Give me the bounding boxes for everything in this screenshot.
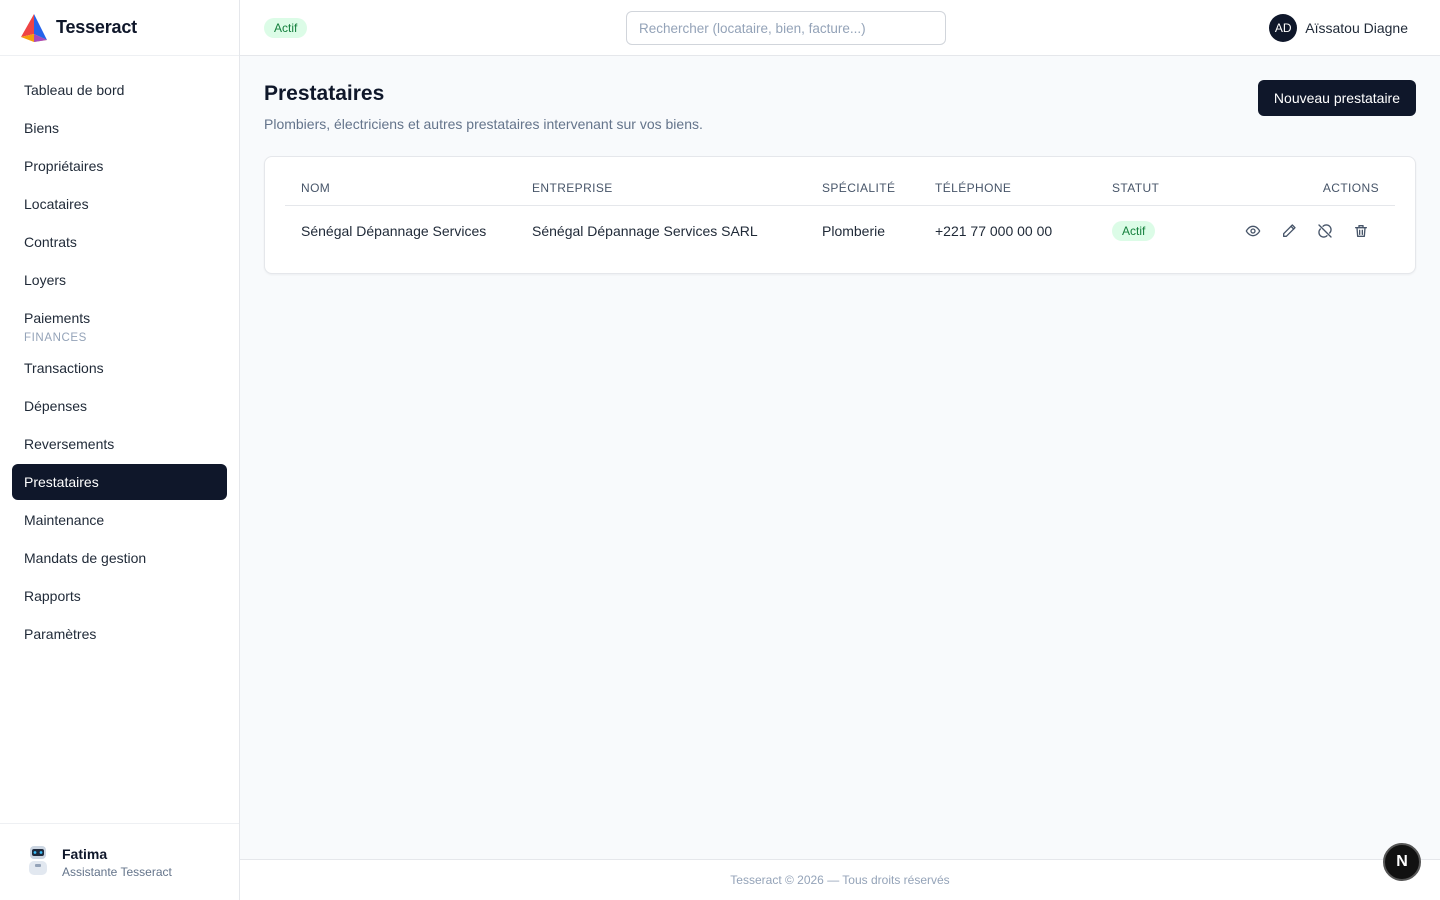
- sidebar-item-rapports[interactable]: Rapports: [12, 578, 227, 614]
- eye-icon[interactable]: [1243, 221, 1263, 241]
- page-title: Prestataires: [264, 82, 385, 105]
- user-menu[interactable]: AD Aïssatou Diagne: [1269, 14, 1408, 42]
- sidebar-item-transactions[interactable]: Transactions: [12, 350, 227, 386]
- status-badge: Actif: [264, 18, 308, 38]
- column-header-telephone[interactable]: TÉLÉPHONE: [935, 157, 1112, 206]
- column-header-specialite[interactable]: SPÉCIALITÉ: [822, 157, 935, 206]
- assistant-card[interactable]: Fatima Assistante Tesseract: [0, 823, 239, 900]
- sidebar-item-reversements[interactable]: Reversements: [12, 426, 227, 462]
- cell-entreprise: Sénégal Dépannage Services SARL: [532, 223, 758, 240]
- sidebar-item-contrats[interactable]: Contrats: [12, 224, 227, 260]
- table-row[interactable]: Sénégal Dépannage Services Sénégal Dépan…: [285, 205, 1395, 257]
- cell-statut: Actif: [1112, 205, 1222, 257]
- row-status-badge: Actif: [1112, 221, 1156, 242]
- sidebar-item-parametres[interactable]: Paramètres: [12, 616, 227, 652]
- sidebar-item-prestataires[interactable]: Prestataires: [12, 464, 227, 500]
- sidebar-item-depenses[interactable]: Dépenses: [12, 388, 227, 424]
- page-description: Plombiers, électriciens et autres presta…: [264, 116, 703, 132]
- sidebar-item-mandats-de-gestion[interactable]: Mandats de gestion: [12, 540, 227, 576]
- cell-specialite: Plomberie: [822, 223, 886, 240]
- assistant-name: Fatima: [62, 845, 108, 862]
- cell-nom: Sénégal Dépannage Services: [301, 223, 487, 240]
- assistant-role: Assistante Tesseract: [62, 864, 172, 879]
- column-header-actions: ACTIONS: [1222, 157, 1395, 206]
- floating-n-button[interactable]: N: [1383, 843, 1421, 881]
- sidebar-item-loyers[interactable]: Loyers: [12, 262, 227, 298]
- brand[interactable]: Tesseract: [0, 0, 239, 56]
- cell-telephone: +221 77 000 00 00: [935, 223, 1053, 240]
- main-content: Prestataires Plombiers, électriciens et …: [240, 56, 1440, 859]
- brand-name: Tesseract: [56, 17, 137, 37]
- column-header-entreprise[interactable]: ENTREPRISE: [532, 157, 822, 206]
- sidebar-item-proprietaires[interactable]: Propriétaires: [12, 148, 227, 184]
- sidebar: Tesseract Tableau de bord Biens Propriét…: [0, 0, 240, 900]
- column-header-statut[interactable]: STATUT: [1112, 157, 1222, 206]
- providers-table: NOM ENTREPRISE SPÉCIALITÉ TÉLÉPHONE STAT…: [285, 157, 1395, 257]
- table-header-row: NOM ENTREPRISE SPÉCIALITÉ TÉLÉPHONE STAT…: [285, 157, 1395, 206]
- robot-avatar-icon: [29, 846, 47, 875]
- pencil-icon[interactable]: [1279, 221, 1299, 241]
- tesseract-logo-icon: [21, 13, 47, 42]
- topbar: Actif AD Aïssatou Diagne: [240, 0, 1440, 56]
- sidebar-item-locataires[interactable]: Locataires: [12, 186, 227, 222]
- sidebar-item-biens[interactable]: Biens: [12, 110, 227, 146]
- sidebar-section-finances: FINANCES: [24, 332, 87, 344]
- cell-actions: [1222, 205, 1395, 257]
- column-header-nom[interactable]: NOM: [285, 157, 532, 206]
- deactivate-icon[interactable]: [1315, 221, 1335, 241]
- trash-icon[interactable]: [1351, 221, 1371, 241]
- search-input[interactable]: [626, 11, 946, 45]
- sidebar-item-maintenance[interactable]: Maintenance: [12, 502, 227, 538]
- new-provider-button[interactable]: Nouveau prestataire: [1257, 80, 1416, 116]
- footer: Tesseract © 2026 — Tous droits réservés: [240, 859, 1440, 900]
- user-name: Aïssatou Diagne: [1305, 20, 1408, 36]
- providers-table-card: NOM ENTREPRISE SPÉCIALITÉ TÉLÉPHONE STAT…: [264, 156, 1416, 274]
- sidebar-nav: Tableau de bord Biens Propriétaires Loca…: [0, 56, 239, 670]
- user-avatar: AD: [1269, 14, 1298, 42]
- sidebar-item-tableau-de-bord[interactable]: Tableau de bord: [12, 72, 227, 108]
